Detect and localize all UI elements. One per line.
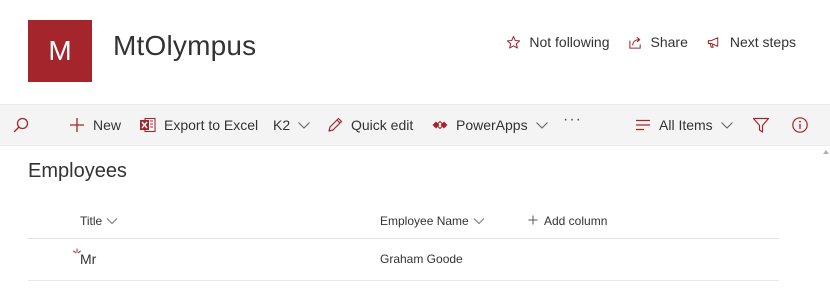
search-icon: [12, 116, 30, 134]
star-icon: [506, 35, 521, 50]
header-actions: Not following Share Next steps: [506, 34, 796, 50]
powerapps-icon: [431, 116, 449, 134]
filter-button[interactable]: [752, 105, 770, 145]
view-label: All Items: [659, 117, 713, 133]
site-logo[interactable]: M: [28, 20, 92, 82]
chevron-down-icon: [535, 120, 549, 130]
new-label: New: [93, 117, 122, 133]
export-excel-button[interactable]: Export to Excel: [139, 105, 258, 145]
scroll-up-icon[interactable]: [823, 150, 829, 154]
more-label: ···: [563, 111, 582, 128]
scrollbar[interactable]: [822, 146, 830, 302]
quick-edit-button[interactable]: Quick edit: [326, 105, 413, 145]
next-steps-label: Next steps: [729, 34, 796, 50]
info-button[interactable]: [791, 105, 809, 145]
chevron-down-icon: [297, 120, 311, 130]
add-column-button[interactable]: Add column: [528, 214, 607, 228]
lines-icon: [634, 116, 652, 134]
excel-icon: [139, 116, 157, 134]
share-label: Share: [650, 34, 688, 50]
export-label: Export to Excel: [164, 117, 259, 133]
add-column-label: Add column: [544, 214, 608, 228]
powerapps-label: PowerApps: [456, 117, 528, 133]
cell-title[interactable]: Mr: [80, 251, 96, 267]
plus-icon: [68, 116, 86, 134]
site-header: M MtOlympus Not following Share Next ste…: [0, 0, 830, 104]
pencil-icon: [326, 116, 344, 134]
list-content: Employees Title Employee Name Add column: [0, 146, 830, 302]
share-button[interactable]: Share: [628, 34, 688, 50]
more-button[interactable]: ···: [563, 100, 582, 140]
follow-label: Not following: [529, 34, 610, 50]
list-title: Employees: [28, 160, 127, 182]
quick-edit-label: Quick edit: [351, 117, 414, 133]
next-steps-button[interactable]: Next steps: [706, 34, 796, 50]
megaphone-icon: [706, 35, 722, 50]
chevron-down-icon: [720, 120, 734, 130]
view-selector[interactable]: All Items: [634, 105, 734, 145]
column-header-employee-label: Employee Name: [380, 214, 469, 228]
plus-icon: [528, 214, 538, 228]
site-logo-letter: M: [48, 35, 72, 66]
command-bar: New Export to Excel K2 Quick edit PowerA…: [0, 104, 830, 146]
powerapps-dropdown[interactable]: PowerApps: [431, 105, 549, 145]
table-row[interactable]: Mr Graham Goode: [28, 239, 779, 281]
search-button[interactable]: [12, 105, 30, 145]
k2-dropdown[interactable]: K2: [273, 105, 311, 145]
follow-button[interactable]: Not following: [506, 34, 610, 50]
share-icon: [628, 35, 643, 50]
site-title[interactable]: MtOlympus: [113, 30, 256, 62]
chevron-down-icon: [106, 214, 118, 228]
column-header-title-label: Title: [80, 214, 103, 228]
new-button[interactable]: New: [68, 105, 121, 145]
k2-label: K2: [273, 117, 291, 133]
column-header-title[interactable]: Title: [80, 214, 118, 228]
filter-icon: [752, 116, 770, 134]
cell-employee-name: Graham Goode: [380, 252, 463, 266]
chevron-down-icon: [473, 214, 485, 228]
column-header-employee-name[interactable]: Employee Name: [380, 214, 485, 228]
info-icon: [791, 116, 809, 134]
